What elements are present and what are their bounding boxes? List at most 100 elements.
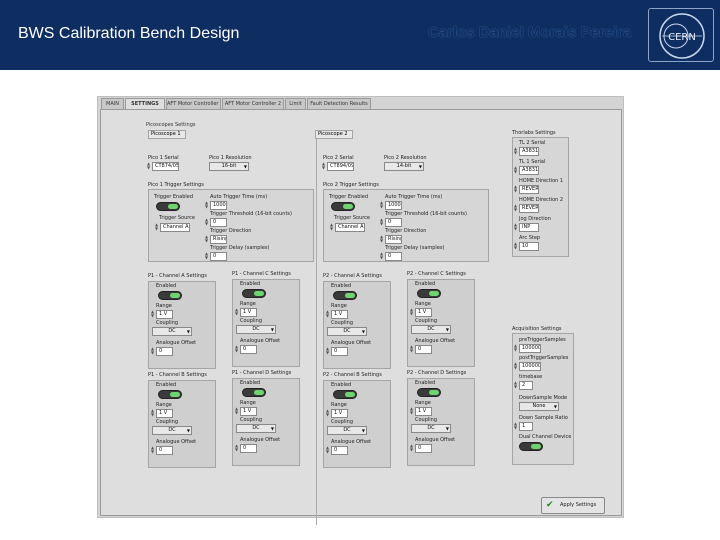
auto-trigger-time-field-spinner[interactable]: ▲ ▼ (204, 201, 209, 210)
channel-range-field-spinner[interactable]: ▲ ▼ (150, 409, 155, 418)
auto-trigger-time-field[interactable]: 1000 (210, 201, 227, 210)
channel-enabled-toggle[interactable] (333, 390, 357, 399)
trigger-direction-field[interactable]: Rising (385, 235, 402, 244)
channel-offset-field-spinner[interactable]: ▲ ▼ (150, 446, 155, 455)
channel-offset-field-spinner[interactable]: ▲ ▼ (234, 444, 239, 453)
pico-serial-field-spinner[interactable]: ▲ ▼ (321, 162, 326, 171)
thorlabs-item-field[interactable]: REVER (519, 185, 539, 194)
channel-range-field-spinner[interactable]: ▲ ▼ (150, 310, 155, 319)
thorlabs-item-field-spinner[interactable]: ▲ ▼ (513, 242, 518, 251)
thorlabs-item-field[interactable]: A383117 (519, 147, 539, 156)
trigger-direction-field-spinner[interactable]: ▲ ▼ (379, 235, 384, 244)
channel-enabled-toggle[interactable] (333, 291, 357, 300)
channel-range-field[interactable]: 1 V (156, 310, 173, 319)
trigger-source-field[interactable]: Channel A (335, 223, 365, 232)
channel-coupling-dropdown[interactable]: DC ▼ (152, 327, 192, 336)
auto-trigger-time-field[interactable]: 1000 (385, 201, 402, 210)
scope-tab-1[interactable]: Picoscope 1 (148, 130, 186, 139)
channel-range-field[interactable]: 1 V (415, 308, 432, 317)
tab-limit[interactable]: Limit (285, 98, 306, 109)
channel-offset-field[interactable]: 0 (415, 444, 432, 453)
thorlabs-item-field[interactable]: A383100 (519, 166, 539, 175)
channel-coupling-dropdown[interactable]: DC ▼ (411, 325, 451, 334)
auto-trigger-time-field-spinner[interactable]: ▲ ▼ (379, 201, 384, 210)
tab-aft-motor-controller-2[interactable]: AFT Motor Controller 2 (222, 98, 284, 109)
pico-serial-field-spinner[interactable]: ▲ ▼ (146, 162, 151, 171)
pico-serial-field[interactable]: CT894/095 (327, 162, 354, 171)
channel-enabled-toggle[interactable] (158, 390, 182, 399)
trigger-threshold-field-spinner[interactable]: ▲ ▼ (204, 218, 209, 227)
thorlabs-item-field[interactable]: 10 (519, 242, 539, 251)
pre-trigger-samples-field[interactable]: 1000000 (519, 344, 541, 353)
trigger-delay-field[interactable]: 0 (210, 252, 227, 261)
channel-range-field[interactable]: 1 V (240, 308, 257, 317)
channel-range-field-spinner[interactable]: ▲ ▼ (325, 310, 330, 319)
trigger-threshold-field-spinner[interactable]: ▲ ▼ (379, 218, 384, 227)
trigger-source-field[interactable]: Channel A (160, 223, 190, 232)
tab-fault-detection-results[interactable]: Fault Detection Results (307, 98, 371, 109)
channel-offset-field[interactable]: 0 (156, 347, 173, 356)
channel-coupling-dropdown[interactable]: DC ▼ (152, 426, 192, 435)
channel-enabled-toggle[interactable] (417, 388, 441, 397)
timebase-field[interactable]: 2 (519, 381, 533, 390)
trigger-delay-field-spinner[interactable]: ▲ ▼ (204, 252, 209, 261)
channel-range-field[interactable]: 1 V (331, 409, 348, 418)
channel-range-field-spinner[interactable]: ▲ ▼ (325, 409, 330, 418)
trigger-threshold-field[interactable]: 0 (385, 218, 402, 227)
tab-aft-motor-controller-1[interactable]: AFT Motor Controller 1 (166, 98, 221, 109)
channel-coupling-dropdown[interactable]: DC ▼ (327, 426, 367, 435)
channel-coupling-dropdown[interactable]: DC ▼ (236, 424, 276, 433)
thorlabs-item-field-spinner[interactable]: ▲ ▼ (513, 147, 518, 156)
channel-range-field[interactable]: 1 V (156, 409, 173, 418)
channel-range-field-spinner[interactable]: ▲ ▼ (409, 308, 414, 317)
channel-offset-field-spinner[interactable]: ▲ ▼ (325, 446, 330, 455)
channel-offset-field[interactable]: 0 (240, 345, 257, 354)
channel-coupling-dropdown[interactable]: DC ▼ (236, 325, 276, 334)
channel-enabled-toggle[interactable] (242, 289, 266, 298)
pico-resolution-dropdown[interactable]: 16-bit ▼ (209, 162, 249, 171)
pico-resolution-dropdown[interactable]: 14-bit ▼ (384, 162, 424, 171)
channel-coupling-dropdown[interactable]: DC ▼ (411, 424, 451, 433)
tab-main[interactable]: MAIN (101, 98, 124, 109)
channel-coupling-dropdown[interactable]: DC ▼ (327, 327, 367, 336)
tab-settings[interactable]: SETTINGS (125, 98, 165, 109)
thorlabs-item-field-spinner[interactable]: ▲ ▼ (513, 166, 518, 175)
thorlabs-item-field[interactable]: REVER (519, 204, 539, 213)
trigger-source-field-spinner[interactable]: ▲ ▼ (329, 223, 334, 232)
scope-tab-2[interactable]: Picoscope 2 (315, 130, 353, 139)
trigger-enabled-toggle[interactable] (156, 202, 180, 211)
channel-range-field[interactable]: 1 V (240, 407, 257, 416)
channel-offset-field-spinner[interactable]: ▲ ▼ (234, 345, 239, 354)
trigger-delay-field[interactable]: 0 (385, 252, 402, 261)
trigger-enabled-toggle[interactable] (331, 202, 355, 211)
channel-offset-field[interactable]: 0 (240, 444, 257, 453)
downsample-mode-dropdown[interactable]: None ▼ (519, 402, 559, 411)
channel-enabled-toggle[interactable] (242, 388, 266, 397)
apply-settings-button[interactable]: ✔ Apply Settings (541, 497, 605, 514)
thorlabs-item-field[interactable]: INP (519, 223, 539, 232)
channel-range-field[interactable]: 1 V (415, 407, 432, 416)
trigger-source-field-spinner[interactable]: ▲ ▼ (154, 223, 159, 232)
channel-offset-field[interactable]: 0 (415, 345, 432, 354)
thorlabs-item-field-spinner[interactable]: ▲ ▼ (513, 223, 518, 232)
channel-offset-field[interactable]: 0 (331, 446, 348, 455)
dual-channel-toggle[interactable] (519, 442, 543, 451)
downsample-ratio-field[interactable]: 1 (519, 422, 533, 431)
trigger-delay-field-spinner[interactable]: ▲ ▼ (379, 252, 384, 261)
channel-range-field-spinner[interactable]: ▲ ▼ (234, 308, 239, 317)
channel-offset-field[interactable]: 0 (156, 446, 173, 455)
timebase-field-spinner[interactable]: ▲ ▼ (513, 381, 518, 390)
trigger-direction-field-spinner[interactable]: ▲ ▼ (204, 235, 209, 244)
channel-range-field-spinner[interactable]: ▲ ▼ (234, 407, 239, 416)
channel-range-field-spinner[interactable]: ▲ ▼ (409, 407, 414, 416)
trigger-direction-field[interactable]: Rising (210, 235, 227, 244)
thorlabs-item-field-spinner[interactable]: ▲ ▼ (513, 204, 518, 213)
post-trigger-samples-field-spinner[interactable]: ▲ ▼ (513, 362, 518, 371)
post-trigger-samples-field[interactable]: 1000000 (519, 362, 541, 371)
channel-offset-field[interactable]: 0 (331, 347, 348, 356)
pico-serial-field[interactable]: CT874/058 (152, 162, 179, 171)
trigger-threshold-field[interactable]: 0 (210, 218, 227, 227)
thorlabs-item-field-spinner[interactable]: ▲ ▼ (513, 185, 518, 194)
channel-offset-field-spinner[interactable]: ▲ ▼ (409, 345, 414, 354)
channel-enabled-toggle[interactable] (417, 289, 441, 298)
